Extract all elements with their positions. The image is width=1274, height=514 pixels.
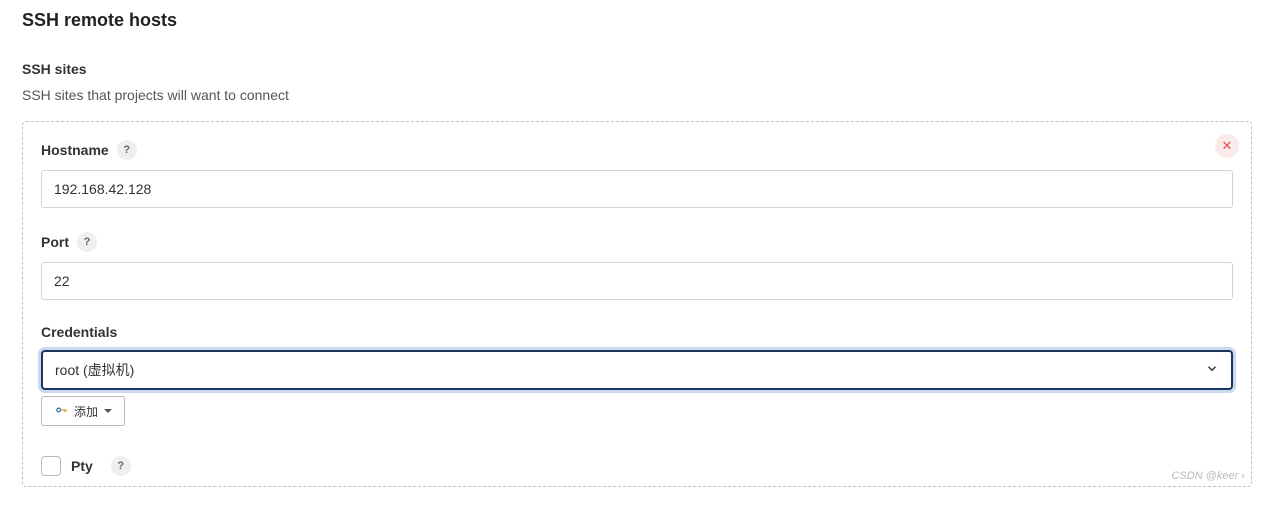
- port-label: Port: [41, 234, 69, 250]
- pty-field-group: Pty ?: [41, 456, 1233, 476]
- credentials-field-group: Credentials root (虚拟机) 添加: [41, 324, 1233, 426]
- ssh-site-entry: ✕ Hostname ? Port ? Credentials root (虚拟…: [22, 121, 1252, 487]
- pty-checkbox[interactable]: [41, 456, 61, 476]
- add-credentials-button[interactable]: 添加: [41, 396, 125, 426]
- caret-down-icon: [104, 409, 112, 413]
- credentials-label: Credentials: [41, 324, 117, 340]
- help-icon[interactable]: ?: [117, 140, 137, 160]
- hostname-field-group: Hostname ?: [41, 140, 1233, 208]
- page-title: SSH remote hosts: [22, 10, 1252, 31]
- credentials-select[interactable]: root (虚拟机): [41, 350, 1233, 390]
- hostname-input[interactable]: [41, 170, 1233, 208]
- port-field-group: Port ?: [41, 232, 1233, 300]
- port-input[interactable]: [41, 262, 1233, 300]
- help-icon[interactable]: ?: [111, 456, 131, 476]
- hostname-label: Hostname: [41, 142, 109, 158]
- watermark: CSDN @keer: [1171, 470, 1245, 482]
- pty-label: Pty: [71, 458, 93, 474]
- section-label: SSH sites: [22, 61, 1252, 77]
- section-description: SSH sites that projects will want to con…: [22, 87, 1252, 103]
- key-icon: [54, 403, 68, 420]
- close-icon[interactable]: ✕: [1215, 134, 1239, 158]
- help-icon[interactable]: ?: [77, 232, 97, 252]
- add-button-label: 添加: [74, 403, 98, 420]
